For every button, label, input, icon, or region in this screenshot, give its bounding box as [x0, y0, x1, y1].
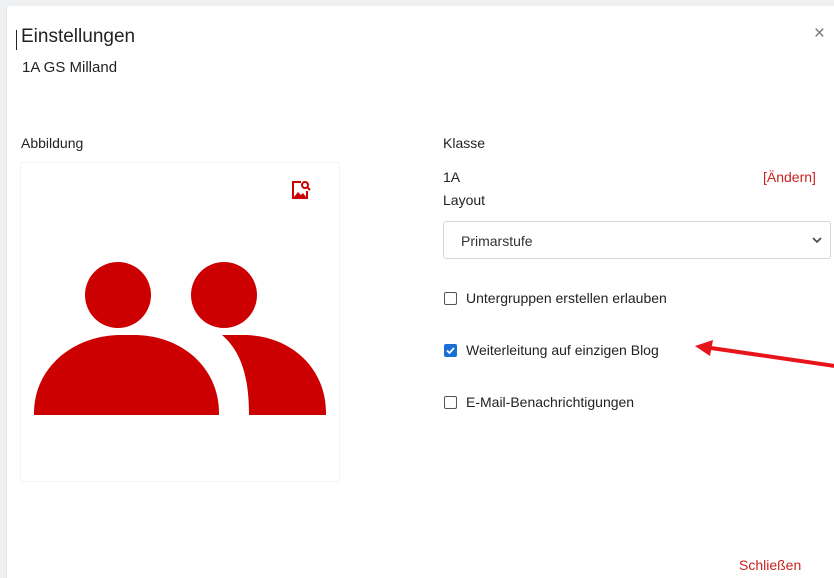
change-klasse-link[interactable]: [Ändern] — [763, 169, 816, 185]
option-allow-subgroups[interactable]: Untergruppen erstellen erlauben — [444, 290, 667, 306]
dialog-title: Einstellungen — [21, 26, 136, 47]
layout-selected-value: Primarstufe — [461, 233, 533, 249]
close-button[interactable]: Schließen — [739, 557, 801, 573]
user-head-left — [85, 262, 151, 328]
users-icon — [34, 262, 326, 415]
group-image — [21, 163, 339, 481]
close-icon[interactable]: × — [814, 23, 825, 45]
option-email-notifications[interactable]: E-Mail-Benachrichtigungen — [444, 394, 634, 410]
redirect-blog-label: Weiterleitung auf einzigen Blog — [466, 342, 659, 358]
email-notifications-checkbox[interactable] — [444, 395, 457, 409]
allow-subgroups-label: Untergruppen erstellen erlauben — [466, 290, 667, 306]
settings-dialog: Einstellungen 1A GS Milland × Abbildung … — [6, 6, 834, 578]
image-label: Abbildung — [21, 135, 84, 151]
checkmark-icon — [446, 346, 455, 354]
image-edit-icon[interactable] — [289, 179, 311, 201]
user-body-left — [34, 335, 219, 415]
klasse-label: Klasse — [443, 135, 486, 151]
allow-subgroups-checkbox[interactable] — [444, 291, 457, 305]
user-body-right — [222, 335, 326, 415]
dialog-subtitle: 1A GS Milland — [22, 59, 118, 76]
redirect-blog-checkbox[interactable] — [444, 343, 457, 357]
layout-label: Layout — [443, 192, 486, 208]
annotation-arrow — [695, 340, 834, 368]
email-notifications-label: E-Mail-Benachrichtigungen — [466, 394, 635, 410]
option-redirect-single-blog[interactable]: Weiterleitung auf einzigen Blog — [444, 342, 659, 358]
user-head-right — [191, 262, 257, 328]
klasse-value: 1A — [443, 169, 461, 185]
layout-select[interactable]: Primarstufe — [443, 221, 831, 259]
chevron-down-icon — [812, 237, 822, 244]
text-cursor — [16, 30, 17, 50]
